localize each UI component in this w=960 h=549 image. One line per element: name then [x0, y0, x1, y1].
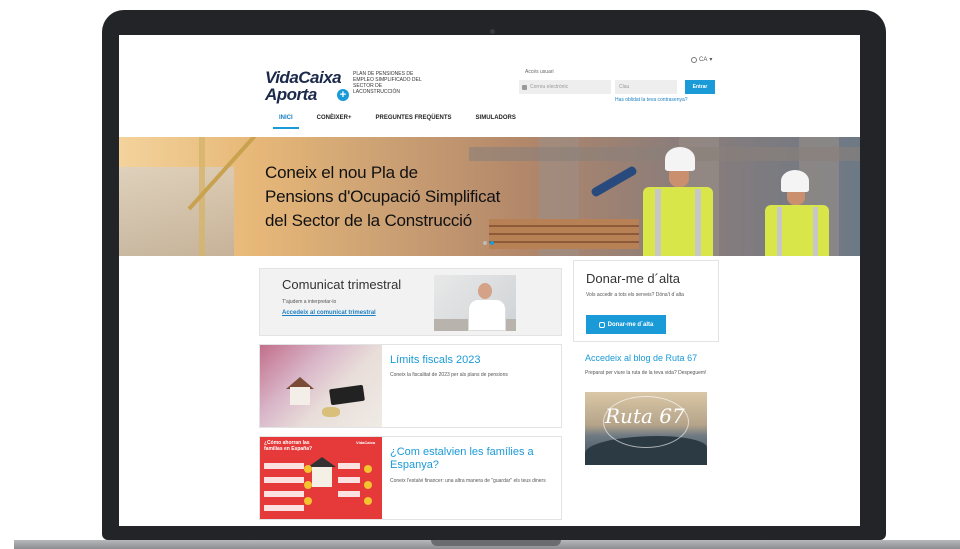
- comunicat-title: Comunicat trimestral: [282, 277, 402, 292]
- nav-item-coneixer[interactable]: CONÈIXER+: [317, 115, 352, 127]
- hero-title-line1: Coneix el nou Pla de: [265, 163, 418, 182]
- carousel-dots: [483, 241, 494, 245]
- comunicat-subtitle: T'ajudem a interpretar-lo: [282, 299, 337, 305]
- camera-icon: [490, 29, 495, 34]
- user-icon: [598, 321, 605, 328]
- chevron-down-icon: ▾: [709, 57, 713, 63]
- password-placeholder: Clau: [619, 84, 630, 90]
- signup-title: Donar-me d´alta: [586, 271, 680, 286]
- signup-button[interactable]: Donar-me d´alta: [586, 315, 666, 334]
- savings-subtitle: Coneix l'estalvi financer: una altra man…: [390, 478, 546, 484]
- globe-icon: [691, 56, 697, 63]
- access-label: Accés usuari: [525, 69, 554, 75]
- forgot-password-link[interactable]: Has oblidat la teva contrasenya?: [615, 97, 688, 103]
- carousel-dot[interactable]: [490, 241, 494, 245]
- hero-title: Coneix el nou Pla de Pensions d'Ocupació…: [265, 161, 525, 233]
- blog-title[interactable]: Accedeix al blog de Ruta 67: [585, 353, 697, 363]
- coin-icon: [304, 481, 312, 489]
- fiscal-limits-card[interactable]: Límits fiscals 2023 Coneix la fiscalitat…: [259, 344, 562, 428]
- logo-line-2: Aporta: [265, 85, 317, 104]
- logo-line-1: VidaCaixa: [265, 68, 342, 87]
- email-placeholder: Correu electrònic: [530, 84, 569, 90]
- nav-item-preguntes[interactable]: PREGUNTES FREQÜENTS: [376, 115, 452, 127]
- house-calculator-image: [260, 345, 382, 427]
- plan-description: PLAN DE PENSIONES DE EMPLEO SIMPLIFICADO…: [353, 71, 422, 95]
- ruta67-logo: Ruta 67: [605, 404, 685, 428]
- infographic-title: ¿Cómo ahorran las familias en España?: [264, 440, 313, 452]
- browser-viewport: VidaCaixa Aporta + PLAN DE PENSIONES DE …: [119, 35, 860, 526]
- fiscal-limits-subtitle: Coneix la fiscalitat de 2023 per als pla…: [390, 372, 508, 378]
- plus-icon: +: [337, 89, 349, 101]
- nav-item-simuladors[interactable]: SIMULADORS: [476, 115, 516, 127]
- lock-icon: [522, 84, 527, 90]
- coin-icon: [304, 497, 312, 505]
- login-button[interactable]: Entrar: [685, 80, 715, 94]
- nav-item-inici[interactable]: INICI: [273, 115, 299, 129]
- blog-subtitle: Preparat per viure la ruta de la teva vi…: [585, 370, 707, 376]
- coin-icon: [364, 497, 372, 505]
- coin-icon: [304, 465, 312, 473]
- language-selector[interactable]: CA ▾: [691, 56, 712, 63]
- man-photo: [434, 275, 516, 331]
- hero-title-line3: del Sector de la Construcció: [265, 211, 473, 230]
- hero-title-line2: Pensions d'Ocupació Simplificat: [265, 187, 501, 206]
- infographic-brand: VidaCaixa: [356, 440, 376, 445]
- signup-card: Donar-me d´alta Vols accedir a tots els …: [573, 260, 719, 342]
- fiscal-limits-title[interactable]: Límits fiscals 2023: [390, 354, 480, 366]
- laptop-notch: [431, 540, 561, 546]
- carousel-dot[interactable]: [483, 241, 487, 245]
- savings-infographic: ¿Cómo ahorran las familias en España? Vi…: [260, 437, 382, 519]
- language-label: CA: [699, 56, 708, 63]
- savings-title[interactable]: ¿Com estalvien les famílies a Espanya?: [390, 446, 550, 472]
- savings-card[interactable]: ¿Cómo ahorran las familias en España? Vi…: [259, 436, 562, 520]
- vidacaixa-logo[interactable]: VidaCaixa Aporta +: [265, 68, 349, 104]
- comunicat-card: Comunicat trimestral T'ajudem a interpre…: [259, 268, 562, 336]
- main-nav: INICI CONÈIXER+ PREGUNTES FREQÜENTS SIMU…: [273, 115, 540, 129]
- signup-button-label: Donar-me d´alta: [607, 321, 654, 328]
- password-field[interactable]: Clau: [615, 80, 677, 94]
- piggy-house-icon: [312, 467, 332, 487]
- coin-icon: [364, 465, 372, 473]
- signup-subtitle: Vols accedir a tots els serveis? Dóna't …: [586, 292, 684, 298]
- ruta67-image[interactable]: Ruta 67: [585, 392, 707, 465]
- email-field[interactable]: Correu electrònic: [519, 80, 611, 94]
- comunicat-link[interactable]: Accedeix al comunicat trimestral: [282, 310, 376, 316]
- coin-icon: [364, 481, 372, 489]
